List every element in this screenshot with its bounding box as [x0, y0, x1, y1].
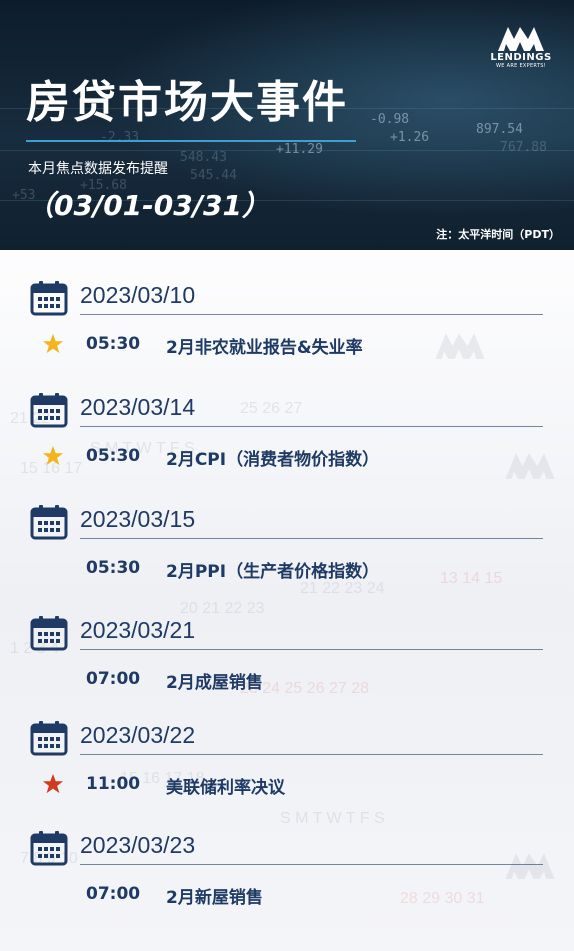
event-time: 07:00	[86, 884, 141, 904]
event-description: 美联储利率决议	[166, 778, 285, 798]
event-time: 07:00	[86, 669, 141, 689]
calendar-icon	[30, 505, 68, 540]
star-icon	[42, 773, 64, 794]
event-date: 2023/03/15	[80, 506, 196, 532]
star-icon	[42, 445, 64, 466]
calendar-icon	[30, 616, 68, 651]
event-description: 2月非农就业报告&失业率	[166, 338, 363, 358]
logo-tagline: WE ARE EXPERTS!	[496, 63, 546, 69]
page-subtitle: 本月焦点数据发布提醒	[28, 161, 168, 177]
event-divider	[80, 864, 543, 865]
event-time: 05:30	[86, 558, 141, 578]
event-divider	[80, 754, 543, 755]
header-banner: -0.98 +1.26 897.54 +11.29 548.43 767.88 …	[0, 0, 574, 250]
watermark-logo	[470, 850, 574, 884]
ticker-value: 897.54	[476, 122, 523, 137]
event-time: 05:30	[86, 334, 141, 354]
star-icon	[42, 333, 64, 354]
calendar-icon	[30, 393, 68, 428]
calendar-icon	[30, 831, 68, 866]
event-description: 2月新屋销售	[166, 888, 263, 908]
event-description: 2月成屋销售	[166, 673, 263, 693]
event-date: 2023/03/10	[80, 282, 196, 308]
calendar-icon	[30, 721, 68, 756]
event-divider	[80, 649, 543, 650]
watermark-logo	[470, 450, 574, 484]
watermark-logo	[400, 330, 520, 364]
event-divider	[80, 426, 543, 427]
event-date: 2023/03/21	[80, 617, 196, 643]
ticker-value: 545.44	[190, 168, 237, 183]
ticker-value: 548.43	[180, 150, 227, 165]
ticker-value: -0.98	[370, 112, 410, 127]
event-description: 2月PPI（生产者价格指数）	[166, 562, 380, 582]
ticker-value: +1.26	[390, 130, 430, 145]
event-divider	[80, 538, 543, 539]
timezone-note: 注：太平洋时间（PDT）	[436, 228, 560, 241]
brand-logo: LENDINGS WE ARE EXPERTS!	[488, 24, 554, 72]
event-date: 2023/03/22	[80, 722, 196, 748]
date-range: （03/01-03/31）	[26, 189, 270, 222]
event-divider	[80, 314, 543, 315]
page-title: 房贷市场大事件	[26, 77, 348, 128]
calendar-icon	[30, 281, 68, 316]
event-date: 2023/03/23	[80, 832, 196, 858]
event-description: 2月CPI（消费者物价指数）	[166, 450, 380, 470]
event-time: 05:30	[86, 446, 141, 466]
title-underline	[26, 140, 356, 142]
logo-wordmark: LENDINGS	[490, 52, 552, 63]
ticker-value: -2.33	[100, 130, 140, 145]
mountain-logo-icon	[498, 27, 544, 51]
ticker-value: 767.88	[500, 140, 547, 155]
ticker-value: +11.29	[276, 142, 323, 157]
event-date: 2023/03/14	[80, 394, 196, 420]
event-time: 11:00	[86, 774, 141, 794]
